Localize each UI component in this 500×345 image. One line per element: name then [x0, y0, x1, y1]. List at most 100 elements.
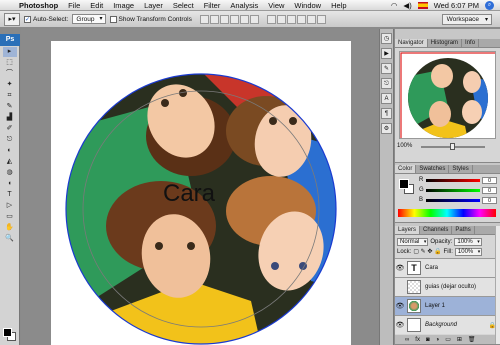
transform-controls-checkbox[interactable] — [109, 15, 117, 23]
layer-style-icon[interactable]: fx — [415, 337, 420, 343]
tab-swatches[interactable]: Swatches — [416, 165, 450, 173]
lock-icons[interactable]: ▢ ✎ ✥ 🔒 — [413, 248, 441, 255]
distribute-right-button[interactable] — [316, 14, 326, 24]
brushes-panel-icon[interactable]: ✎ — [381, 63, 392, 74]
navigator-zoom-knob[interactable] — [450, 143, 455, 150]
fill-field[interactable]: 100% — [454, 247, 483, 256]
tab-navigator[interactable]: Navigator — [395, 39, 428, 47]
tool-preset-picker[interactable]: ▸▾ — [4, 12, 20, 26]
volume-icon[interactable]: ◀) — [403, 1, 411, 10]
align-left-button[interactable] — [229, 14, 239, 24]
menu-app-photoshop[interactable]: Photoshop — [14, 0, 63, 11]
link-layers-icon[interactable]: ∞ — [405, 337, 409, 343]
clock[interactable]: Wed 6:07 PM — [434, 1, 479, 10]
auto-select-option[interactable]: ✓ Auto-Select: — [24, 15, 68, 23]
transform-controls-option[interactable]: Show Transform Controls — [109, 15, 192, 23]
distribute-left-button[interactable] — [296, 14, 306, 24]
menu-window[interactable]: Window — [289, 0, 326, 11]
distribute-bottom-button[interactable] — [286, 14, 296, 24]
red-slider[interactable] — [426, 178, 480, 182]
color-panel-foreground-swatch[interactable] — [399, 179, 409, 189]
visibility-eye-icon[interactable]: 👁 — [395, 321, 405, 329]
foreground-color-swatch[interactable] — [3, 328, 12, 337]
gradient-tool-icon[interactable]: ◍ — [3, 168, 17, 178]
menu-analysis[interactable]: Analysis — [225, 0, 263, 11]
zoom-tool-icon[interactable]: 🔍 — [3, 234, 17, 244]
history-brush-tool-icon[interactable]: ◐ — [3, 146, 17, 156]
adjustment-layer-icon[interactable]: ◑ — [436, 337, 440, 343]
menu-filter[interactable]: Filter — [199, 0, 226, 11]
align-right-button[interactable] — [249, 14, 259, 24]
clone-stamp-tool-icon[interactable]: ⎋ — [3, 135, 17, 145]
history-panel-icon[interactable]: ◷ — [381, 33, 392, 44]
tab-layers[interactable]: Layers — [395, 226, 421, 234]
color-spectrum-ramp[interactable] — [398, 209, 496, 217]
distribute-hcenter-button[interactable] — [306, 14, 316, 24]
spotlight-icon[interactable]: ⌕ — [485, 0, 494, 10]
menu-layer[interactable]: Layer — [139, 0, 168, 11]
tab-info[interactable]: Info — [462, 39, 480, 47]
layer-row-guias[interactable]: guias (dejar oculto) — [395, 277, 500, 296]
tab-styles[interactable]: Styles — [449, 165, 473, 173]
input-flag-icon[interactable] — [417, 1, 428, 9]
blue-slider[interactable] — [426, 198, 480, 202]
delete-layer-icon[interactable]: 🗑 — [468, 336, 476, 343]
crop-tool-icon[interactable]: ⌗ — [3, 91, 17, 101]
layer-row-background[interactable]: 👁 Background 🔒 — [395, 315, 500, 334]
paragraph-panel-icon[interactable]: ¶ — [381, 108, 392, 119]
menu-file[interactable]: File — [63, 0, 85, 11]
path-selection-tool-icon[interactable]: ▷ — [3, 201, 17, 211]
clone-source-panel-icon[interactable]: ⎋ — [381, 78, 392, 89]
eyedropper-tool-icon[interactable]: ✎ — [3, 102, 17, 112]
character-panel-icon[interactable]: A — [381, 93, 392, 104]
new-layer-icon[interactable]: ⊞ — [457, 336, 462, 343]
tab-color[interactable]: Color — [395, 165, 417, 173]
dodge-tool-icon[interactable]: ◖ — [3, 179, 17, 189]
eraser-tool-icon[interactable]: ◭ — [3, 157, 17, 167]
type-tool-icon[interactable]: T — [3, 190, 17, 200]
blue-value-field[interactable]: 0 — [482, 196, 497, 204]
layer-row-layer-1[interactable]: 👁 Layer 1 — [395, 296, 500, 315]
navigator-thumbnail[interactable] — [399, 51, 496, 139]
workspace-dropdown[interactable]: Workspace — [441, 14, 492, 25]
tab-channels[interactable]: Channels — [420, 226, 453, 234]
navigator-zoom-value[interactable]: 100% — [397, 143, 412, 149]
visibility-eye-icon[interactable]: 👁 — [395, 302, 405, 310]
menu-image[interactable]: Image — [108, 0, 139, 11]
red-value-field[interactable]: 0 — [482, 176, 497, 184]
tab-histogram[interactable]: Histogram — [428, 39, 463, 47]
opacity-field[interactable]: 100% — [454, 237, 482, 246]
layer-row-cara[interactable]: 👁 T Cara — [395, 258, 500, 277]
distribute-top-button[interactable] — [266, 14, 276, 24]
blend-mode-dropdown[interactable]: Normal — [397, 237, 429, 246]
align-vcenter-button[interactable] — [209, 14, 219, 24]
new-group-icon[interactable]: ▭ — [445, 336, 451, 343]
brush-tool-icon[interactable]: ✐ — [3, 124, 17, 134]
layers-scrollbar[interactable] — [495, 226, 500, 344]
align-bottom-button[interactable] — [219, 14, 229, 24]
marquee-tool-icon[interactable]: ⬚ — [3, 58, 17, 68]
healing-brush-tool-icon[interactable]: ▟ — [3, 113, 17, 123]
tab-paths[interactable]: Paths — [452, 226, 475, 234]
green-slider[interactable] — [426, 188, 480, 192]
actions-panel-icon[interactable]: ▶ — [381, 48, 392, 59]
distribute-vcenter-button[interactable] — [276, 14, 286, 24]
menu-select[interactable]: Select — [168, 0, 199, 11]
magic-wand-tool-icon[interactable]: ✦ — [3, 80, 17, 90]
shape-tool-icon[interactable]: ▭ — [3, 212, 17, 222]
document-canvas[interactable]: Cara — [51, 41, 351, 345]
hand-tool-icon[interactable]: ✋ — [3, 223, 17, 233]
move-tool-icon[interactable]: ▸ — [2, 47, 17, 57]
auto-select-checkbox[interactable]: ✓ — [24, 15, 31, 23]
green-value-field[interactable]: 0 — [482, 186, 497, 194]
auto-select-dropdown[interactable]: Group — [72, 14, 106, 24]
canvas-text-layer[interactable]: Cara — [163, 180, 216, 207]
wifi-icon[interactable]: ◠ — [391, 1, 398, 10]
menu-edit[interactable]: Edit — [85, 0, 108, 11]
lasso-tool-icon[interactable]: ⌒ — [3, 69, 17, 79]
visibility-eye-icon[interactable]: 👁 — [395, 264, 405, 272]
menu-help[interactable]: Help — [326, 0, 351, 11]
tool-presets-panel-icon[interactable]: ⚙ — [381, 123, 392, 134]
menu-view[interactable]: View — [263, 0, 289, 11]
align-top-button[interactable] — [199, 14, 209, 24]
